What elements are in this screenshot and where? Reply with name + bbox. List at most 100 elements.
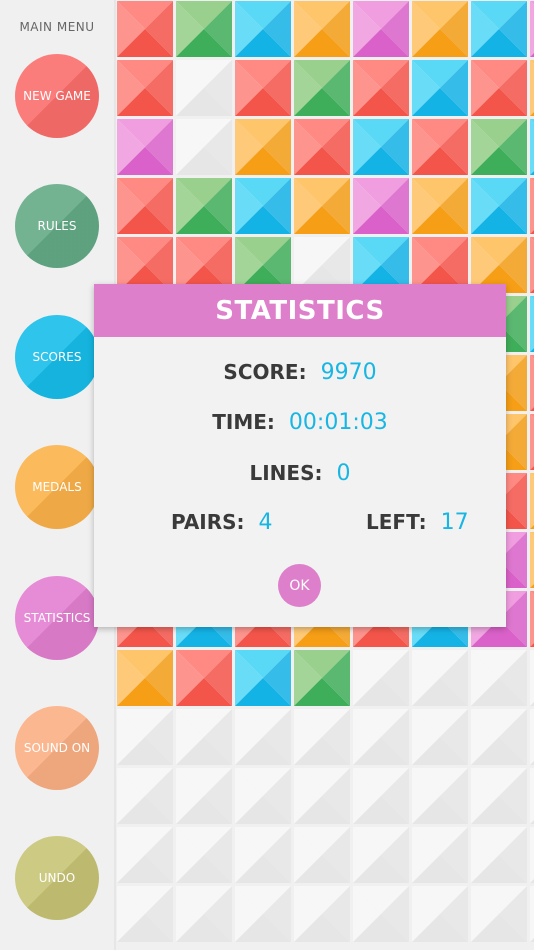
undo-button[interactable]: UNDO <box>15 836 99 920</box>
tile[interactable] <box>530 355 534 411</box>
empty-tile[interactable] <box>117 886 173 942</box>
tile[interactable] <box>412 60 468 116</box>
score-row: SCORE: 9970 <box>94 360 506 385</box>
tile[interactable] <box>471 1 527 57</box>
empty-tile[interactable] <box>117 709 173 765</box>
tile[interactable] <box>235 119 291 175</box>
empty-tile[interactable] <box>176 709 232 765</box>
tile[interactable] <box>176 1 232 57</box>
tile[interactable] <box>530 473 534 529</box>
tile[interactable] <box>412 119 468 175</box>
empty-tile[interactable] <box>412 709 468 765</box>
tile[interactable] <box>530 237 534 293</box>
tile[interactable] <box>117 119 173 175</box>
tile[interactable] <box>530 1 534 57</box>
empty-tile[interactable] <box>176 827 232 883</box>
empty-tile[interactable] <box>412 768 468 824</box>
tile[interactable] <box>235 1 291 57</box>
rules-button[interactable]: RULES <box>15 184 99 268</box>
scores-button[interactable]: SCORES <box>15 315 99 399</box>
tile[interactable] <box>353 1 409 57</box>
empty-tile[interactable] <box>412 886 468 942</box>
tile[interactable] <box>176 650 232 706</box>
tile[interactable] <box>471 119 527 175</box>
empty-tile[interactable] <box>530 768 534 824</box>
tile[interactable] <box>117 60 173 116</box>
empty-tile[interactable] <box>235 768 291 824</box>
tile[interactable] <box>530 414 534 470</box>
tile[interactable] <box>294 650 350 706</box>
empty-tile[interactable] <box>530 827 534 883</box>
tile[interactable] <box>117 650 173 706</box>
empty-tile[interactable] <box>176 768 232 824</box>
time-row: TIME: 00:01:03 <box>94 410 506 435</box>
tile[interactable] <box>530 591 534 647</box>
empty-tile[interactable] <box>235 827 291 883</box>
empty-tile[interactable] <box>294 886 350 942</box>
statistics-dialog: STATISTICS SCORE: 9970 TIME: 00:01:03 LI… <box>94 284 506 627</box>
rules-button-label: RULES <box>37 219 77 233</box>
score-label: SCORE: <box>223 360 307 384</box>
tile[interactable] <box>294 178 350 234</box>
pairs-label: PAIRS: <box>171 510 245 534</box>
tile[interactable] <box>353 60 409 116</box>
tile[interactable] <box>235 650 291 706</box>
tile[interactable] <box>530 60 534 116</box>
pairs-group: PAIRS: 4 <box>171 510 273 535</box>
undo-button-label: UNDO <box>38 871 76 885</box>
tile[interactable] <box>235 178 291 234</box>
tile[interactable] <box>530 532 534 588</box>
empty-tile[interactable] <box>412 827 468 883</box>
tile[interactable] <box>235 60 291 116</box>
empty-tile[interactable] <box>530 709 534 765</box>
tile[interactable] <box>412 178 468 234</box>
empty-tile[interactable] <box>235 709 291 765</box>
tile[interactable] <box>117 178 173 234</box>
time-value: 00:01:03 <box>288 410 388 435</box>
empty-tile[interactable] <box>117 827 173 883</box>
empty-tile[interactable] <box>530 886 534 942</box>
tile[interactable] <box>530 296 534 352</box>
empty-tile[interactable] <box>412 650 468 706</box>
tile[interactable] <box>294 1 350 57</box>
empty-tile[interactable] <box>294 827 350 883</box>
tile[interactable] <box>412 1 468 57</box>
scores-button-label: SCORES <box>32 350 82 364</box>
empty-tile[interactable] <box>353 827 409 883</box>
empty-tile[interactable] <box>117 768 173 824</box>
empty-tile[interactable] <box>353 886 409 942</box>
empty-tile[interactable] <box>294 709 350 765</box>
empty-tile[interactable] <box>176 886 232 942</box>
statistics-dialog-title: STATISTICS <box>94 284 506 337</box>
tile[interactable] <box>471 60 527 116</box>
empty-tile[interactable] <box>530 650 534 706</box>
ok-button[interactable]: OK <box>278 564 321 607</box>
empty-tile[interactable] <box>471 650 527 706</box>
sound-button[interactable]: SOUND ON <box>15 706 99 790</box>
empty-tile[interactable] <box>176 119 232 175</box>
statistics-button[interactable]: STATISTICS <box>15 576 99 660</box>
tile[interactable] <box>471 178 527 234</box>
empty-tile[interactable] <box>471 768 527 824</box>
tile[interactable] <box>176 178 232 234</box>
medals-button[interactable]: MEDALS <box>15 445 99 529</box>
tile[interactable] <box>117 1 173 57</box>
left-value: 17 <box>440 510 469 535</box>
empty-tile[interactable] <box>353 709 409 765</box>
tile[interactable] <box>530 178 534 234</box>
empty-tile[interactable] <box>471 886 527 942</box>
empty-tile[interactable] <box>353 768 409 824</box>
empty-tile[interactable] <box>235 886 291 942</box>
tile[interactable] <box>294 119 350 175</box>
tile[interactable] <box>353 178 409 234</box>
empty-tile[interactable] <box>471 709 527 765</box>
tile[interactable] <box>353 119 409 175</box>
empty-tile[interactable] <box>176 60 232 116</box>
sound-button-label: SOUND ON <box>23 741 91 755</box>
empty-tile[interactable] <box>471 827 527 883</box>
empty-tile[interactable] <box>353 650 409 706</box>
tile[interactable] <box>294 60 350 116</box>
tile[interactable] <box>530 119 534 175</box>
new-game-button[interactable]: NEW GAME <box>15 54 99 138</box>
empty-tile[interactable] <box>294 768 350 824</box>
